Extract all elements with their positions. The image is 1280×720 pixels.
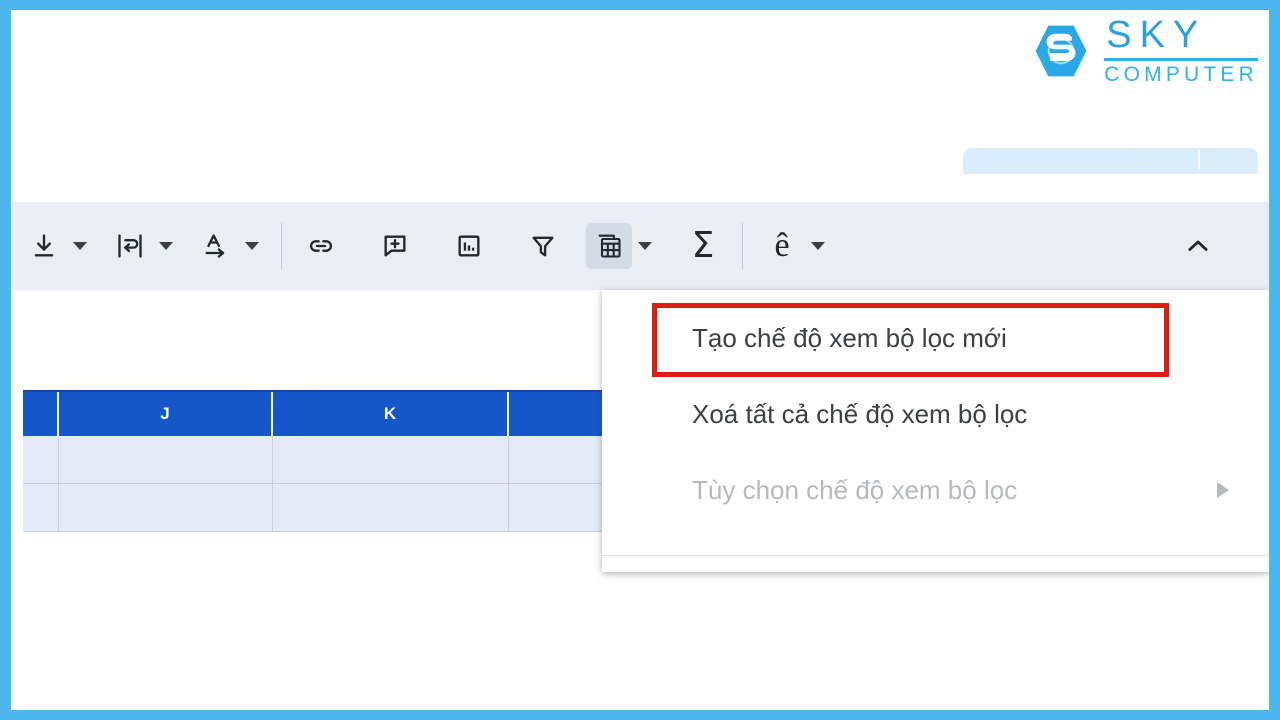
text-rotation-dropdown-caret[interactable] [239,224,265,268]
toolbar-group-wrap [107,223,179,269]
insert-comment-icon[interactable] [372,223,418,269]
text-wrap-dropdown-caret[interactable] [153,224,179,268]
menu-item-label: Tạo chế độ xem bộ lọc mới [692,322,1007,353]
e-circumflex-glyph: ê [774,227,790,264]
functions-sigma-icon[interactable]: Σ [680,223,726,269]
grid-cell[interactable] [23,436,59,484]
sky-hexagon-s-logo-icon [1035,25,1087,77]
menu-item-label: Xoá tất cả chế độ xem bộ lọc [692,398,1028,429]
toolbar-group-input-tools: ê [759,223,831,269]
column-header-cell-k[interactable]: K [273,392,509,436]
insert-link-icon[interactable] [298,223,344,269]
spreadsheet-grid: J K [23,390,629,532]
input-tools-dropdown-caret[interactable] [805,224,831,268]
input-tools-e-icon[interactable]: ê [759,223,805,269]
menu-item-label: Tùy chọn chế độ xem bộ lọc [692,474,1018,505]
frame-border-left [0,0,11,720]
filter-funnel-icon[interactable] [520,223,566,269]
frame-border-right [1269,0,1280,720]
menu-item-create-filter-view[interactable]: Tạo chế độ xem bộ lọc mới [602,300,1269,376]
column-header-cell-j[interactable]: J [59,392,273,436]
table-row [23,436,629,484]
text-rotation-icon[interactable] [193,223,239,269]
insert-chart-icon[interactable] [446,223,492,269]
table-row [23,484,629,532]
sky-computer-logo: SKY COMPUTER [1032,16,1258,86]
toolbar-group-filter-views [586,223,658,269]
menu-item-delete-all-filter-views[interactable]: Xoá tất cả chế độ xem bộ lọc [602,376,1269,452]
filter-views-menu: Tạo chế độ xem bộ lọc mới Xoá tất cả chế… [602,290,1269,572]
frame-border-bottom [0,710,1280,720]
column-header-row: J K [23,390,629,436]
chevron-up-icon[interactable] [1175,223,1221,269]
partial-ui-element [963,148,1258,174]
grid-cell[interactable] [59,436,273,484]
logo-divider [1104,57,1258,61]
toolbar-group-rotation [193,223,265,269]
grid-cell[interactable] [59,484,273,532]
column-header-cell[interactable] [23,392,59,436]
toolbar-divider [281,223,282,269]
spreadsheet-toolbar: Σ ê [11,202,1269,290]
sigma-glyph: Σ [691,225,715,266]
logo-tagline: COMPUTER [1104,62,1258,86]
menu-item-filter-view-options: Tùy chọn chế độ xem bộ lọc [602,452,1269,528]
text-wrap-icon[interactable] [107,223,153,269]
grid-cell[interactable] [23,484,59,532]
grid-cell[interactable] [273,436,509,484]
frame-border-top [0,0,1280,10]
filter-views-dropdown-caret[interactable] [632,224,658,268]
menu-divider [602,555,1269,556]
toolbar-group-align [21,223,93,269]
vertical-align-bottom-icon[interactable] [21,223,67,269]
grid-cell[interactable] [273,484,509,532]
screenshot-root: SKY COMPUTER J K Σ ê Tạo chế độ xem bộ l… [0,0,1280,720]
submenu-arrow-icon [1217,482,1229,498]
toolbar-divider [742,223,743,269]
filter-views-icon[interactable] [586,223,632,269]
logo-brand-name: SKY [1106,14,1207,56]
vertical-align-dropdown-caret[interactable] [67,224,93,268]
